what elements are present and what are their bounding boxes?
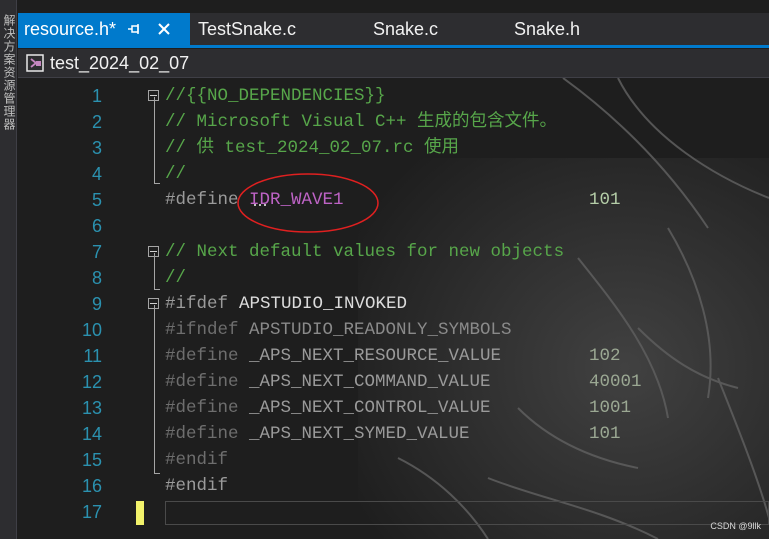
navigation-bar[interactable]: test_2024_02_07: [18, 49, 769, 78]
pin-icon[interactable]: [124, 19, 144, 39]
code-line: 8 //: [91, 268, 187, 288]
tab-testsnake-c[interactable]: TestSnake.c: [198, 13, 296, 45]
tab-label: TestSnake.c: [198, 18, 297, 39]
tab-snake-h[interactable]: Snake.h: [514, 13, 580, 45]
annotation-circle: [237, 173, 379, 233]
fold-guide-end: [154, 473, 160, 474]
code-line: 5 #define IDR_WAVE1 101: [18, 187, 769, 213]
code-line: 14 #define _APS_NEXT_SYMED_VALUE 101: [81, 424, 621, 444]
tab-label: Snake.c: [373, 18, 439, 39]
code-line: 10 #ifndef APSTUDIO_READONLY_SYMBOLS: [81, 320, 512, 340]
document-tab-bar: resource.h* TestSnake.c Snake.c Snake.h: [18, 13, 769, 45]
project-selector[interactable]: test_2024_02_07: [50, 53, 189, 74]
code-line: 2 // Microsoft Visual C++ 生成的包含文件。: [91, 112, 558, 132]
fold-guide-end: [154, 183, 160, 184]
code-line: 9 #ifdef APSTUDIO_INVOKED: [91, 294, 408, 314]
tab-label: Snake.h: [514, 18, 581, 39]
active-tab-underline: [18, 45, 769, 48]
code-line: 16 #endif: [81, 476, 229, 496]
code-line: 12 #define _APS_NEXT_COMMAND_VALUE 40001: [81, 372, 642, 392]
code-line: 1 //{{NO_DEPENDENCIES}}: [91, 86, 386, 106]
solution-explorer-label[interactable]: 解决方案资源管理器: [1, 14, 18, 131]
current-line-highlight: [165, 501, 769, 525]
fold-guide: [154, 97, 155, 183]
code-line: 11 #define _APS_NEXT_RESOURCE_VALUE 102: [83, 346, 621, 366]
project-icon: [25, 53, 45, 73]
current-line-marker: [136, 501, 144, 525]
code-line: 4 //: [91, 164, 187, 184]
code-line: 15 #endif: [81, 450, 229, 470]
code-line: 7 // Next default values for new objects: [91, 242, 565, 262]
fold-guide: [154, 253, 155, 289]
tab-resource-h[interactable]: resource.h*: [18, 13, 190, 45]
fold-guide-end: [154, 289, 160, 290]
code-line: 6: [91, 216, 102, 236]
fold-guide: [154, 305, 155, 473]
code-editor[interactable]: 1 //{{NO_DEPENDENCIES}} 2 // Microsoft V…: [18, 78, 769, 539]
watermark: CSDN @9llk: [710, 521, 761, 531]
close-icon[interactable]: [154, 19, 174, 39]
code-line: 3 // 供 test_2024_02_07.rc 使用: [91, 138, 460, 158]
ide-window: 解决方案资源管理器 resource.h* TestSnake.c Snake.…: [0, 0, 769, 539]
code-line: 13 #define _APS_NEXT_CONTROL_VALUE 1001: [81, 398, 632, 418]
solution-explorer-strip[interactable]: 解决方案资源管理器: [0, 0, 17, 539]
tab-snake-c[interactable]: Snake.c: [373, 13, 438, 45]
tab-label: resource.h*: [24, 18, 117, 39]
